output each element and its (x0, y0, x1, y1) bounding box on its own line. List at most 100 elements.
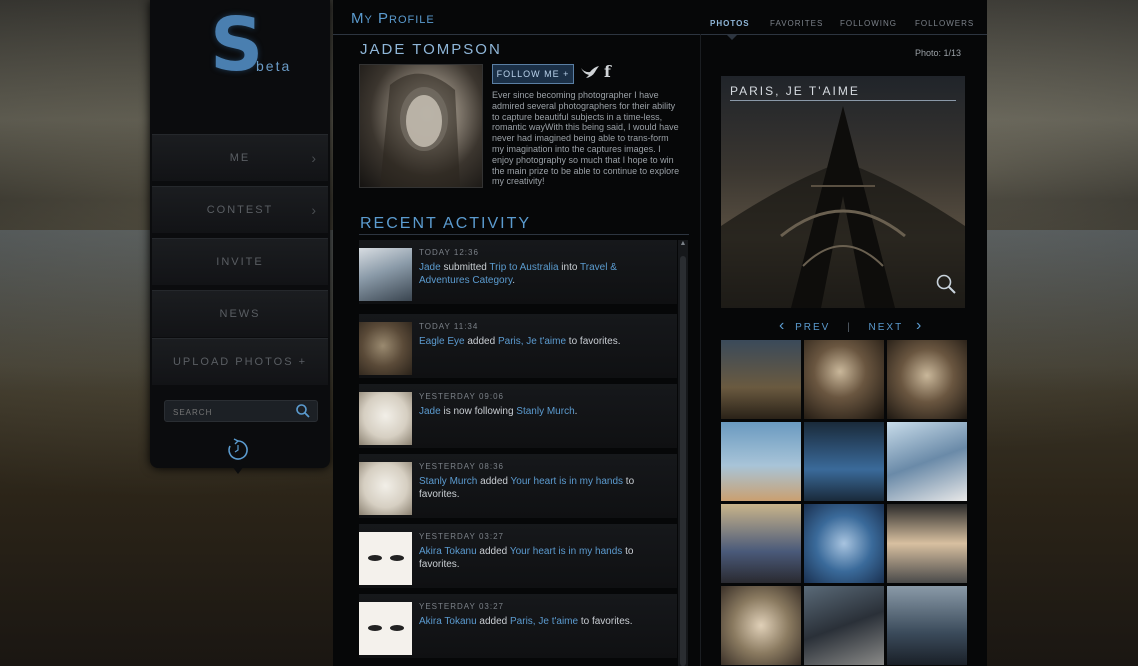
photo-thumbnail[interactable] (721, 422, 801, 501)
activity-verb: added (464, 336, 498, 347)
divider (730, 100, 956, 101)
search-input[interactable] (171, 404, 293, 420)
sidebar-pointer (232, 466, 244, 474)
activity-scrollbar[interactable]: ▲ (678, 240, 688, 666)
activity-text: Eagle Eye added Paris, Je t'aime to favo… (419, 335, 669, 348)
activity-verb: added (476, 616, 511, 627)
sidebar-item-label: UPLOAD PHOTOS + (172, 356, 308, 368)
activity-item[interactable]: YESTERDAY 08:36 Stanly Murch added Your … (359, 454, 677, 518)
logo-letter: S (210, 2, 263, 88)
user-link[interactable]: Stanly Murch (419, 476, 477, 487)
sidebar: S beta ME › CONTEST › INVITE NEWS UPLOAD… (150, 0, 330, 474)
photo-counter: Photo: 1/13 (914, 48, 961, 58)
chevron-right-icon[interactable]: › (916, 317, 923, 335)
object-link[interactable]: Paris, Je t'aime (510, 616, 578, 627)
photo-thumbnail[interactable] (804, 340, 884, 419)
photo-pager: ‹ PREV | NEXT › (779, 317, 923, 335)
follow-me-button[interactable]: FOLLOW ME + (492, 64, 574, 84)
search-icon[interactable] (295, 403, 311, 424)
photo-thumbnail[interactable] (721, 340, 801, 419)
activity-time: YESTERDAY 03:27 (419, 602, 504, 611)
twitter-bird-icon[interactable] (580, 64, 600, 83)
activity-verb: is now following (440, 406, 517, 417)
prev-button[interactable]: PREV (795, 322, 830, 333)
activity-time: YESTERDAY 03:27 (419, 532, 504, 541)
chevron-right-icon: › (311, 150, 318, 166)
tab-following[interactable]: FOLLOWING (840, 19, 897, 28)
sidebar-item-label: ME (229, 152, 251, 164)
gallery-panel: Photo: 1/13 PARIS, JE T'AIME ‹ PREV | NE… (700, 34, 988, 666)
tab-photos[interactable]: PHOTOS (710, 19, 750, 28)
activity-connector: into (558, 262, 581, 273)
zoom-icon[interactable] (935, 273, 957, 300)
photo-thumbnail[interactable] (804, 422, 884, 501)
sidebar-item-news[interactable]: NEWS (152, 290, 328, 337)
activity-item[interactable]: YESTERDAY 03:27 Akira Tokanu added Your … (359, 524, 677, 588)
sidebar-item-label: CONTEST (206, 204, 274, 216)
activity-item[interactable]: TODAY 11:34 Eagle Eye added Paris, Je t'… (359, 314, 677, 378)
activity-item[interactable]: YESTERDAY 03:27 Akira Tokanu added Paris… (359, 594, 677, 658)
facebook-icon[interactable]: f (604, 62, 611, 81)
activity-text: Jade submitted Trip to Australia into Tr… (419, 261, 669, 287)
photo-thumbnail[interactable] (804, 586, 884, 665)
object-link[interactable]: Trip to Australia (489, 262, 558, 273)
pager-separator: | (847, 322, 852, 333)
header: My Profile PHOTOS FAVORITES FOLLOWING FO… (333, 0, 987, 35)
user-link[interactable]: Akira Tokanu (419, 546, 477, 557)
object-link[interactable]: Your heart is in my hands (510, 546, 622, 557)
divider (359, 234, 689, 235)
tab-favorites[interactable]: FAVORITES (770, 19, 823, 28)
sidebar-item-contest[interactable]: CONTEST › (152, 186, 328, 233)
photo-thumbnail[interactable] (721, 586, 801, 665)
activity-item[interactable]: YESTERDAY 09:06 Jade is now following St… (359, 384, 677, 448)
scroll-up-icon[interactable]: ▲ (678, 240, 688, 250)
photo-thumbnail[interactable] (887, 586, 967, 665)
sidebar-item-me[interactable]: ME › (152, 134, 328, 181)
activity-text: Akira Tokanu added Your heart is in my h… (419, 545, 669, 571)
activity-connector: to favorites. (566, 336, 621, 347)
activity-text: Akira Tokanu added Paris, Je t'aime to f… (419, 615, 669, 628)
profile-bio: Ever since becoming photographer I have … (492, 90, 680, 187)
activity-verb: added (477, 476, 511, 487)
user-link[interactable]: Jade (419, 406, 441, 417)
activity-time: TODAY 11:34 (419, 322, 479, 331)
chevron-right-icon: › (311, 202, 318, 218)
activity-thumbnail[interactable] (359, 322, 412, 375)
chevron-left-icon[interactable]: ‹ (779, 317, 786, 335)
activity-text: Jade is now following Stanly Murch. (419, 405, 669, 418)
logo[interactable]: S beta (208, 2, 308, 122)
user-link[interactable]: Akira Tokanu (419, 616, 477, 627)
sidebar-item-label: NEWS (219, 308, 261, 320)
activity-thumbnail[interactable] (359, 392, 412, 445)
refresh-icon[interactable] (226, 438, 250, 462)
tab-followers[interactable]: FOLLOWERS (915, 19, 974, 28)
activity-connector: . (574, 406, 578, 417)
activity-thumbnail[interactable] (359, 602, 412, 655)
scroll-thumb[interactable] (680, 256, 686, 666)
activity-connector: to favorites. (578, 616, 633, 627)
photo-thumbnail[interactable] (721, 504, 801, 583)
user-link[interactable]: Jade (419, 262, 441, 273)
activity-time: TODAY 12:36 (419, 248, 479, 257)
activity-thumbnail[interactable] (359, 462, 412, 515)
next-button[interactable]: NEXT (869, 322, 904, 333)
photo-thumbnail[interactable] (804, 504, 884, 583)
sidebar-item-upload-photos[interactable]: UPLOAD PHOTOS + (152, 338, 328, 385)
sidebar-item-invite[interactable]: INVITE (152, 238, 328, 285)
object-link[interactable]: Stanly Murch (516, 406, 574, 417)
activity-item[interactable]: TODAY 12:36 Jade submitted Trip to Austr… (359, 240, 677, 304)
featured-photo-title: PARIS, JE T'AIME (730, 84, 860, 98)
photo-thumbnail[interactable] (887, 422, 967, 501)
photo-grid (721, 340, 967, 666)
main-panel: My Profile PHOTOS FAVORITES FOLLOWING FO… (333, 0, 987, 666)
photo-thumbnail[interactable] (887, 340, 967, 419)
activity-thumbnail[interactable] (359, 532, 412, 585)
activity-verb: submitted (440, 262, 490, 273)
photo-thumbnail[interactable] (887, 504, 967, 583)
featured-photo[interactable]: PARIS, JE T'AIME (721, 76, 965, 308)
activity-list: TODAY 12:36 Jade submitted Trip to Austr… (359, 240, 677, 666)
object-link[interactable]: Paris, Je t'aime (498, 336, 566, 347)
user-link[interactable]: Eagle Eye (419, 336, 465, 347)
object-link[interactable]: Your heart is in my hands (511, 476, 623, 487)
activity-thumbnail[interactable] (359, 248, 412, 301)
